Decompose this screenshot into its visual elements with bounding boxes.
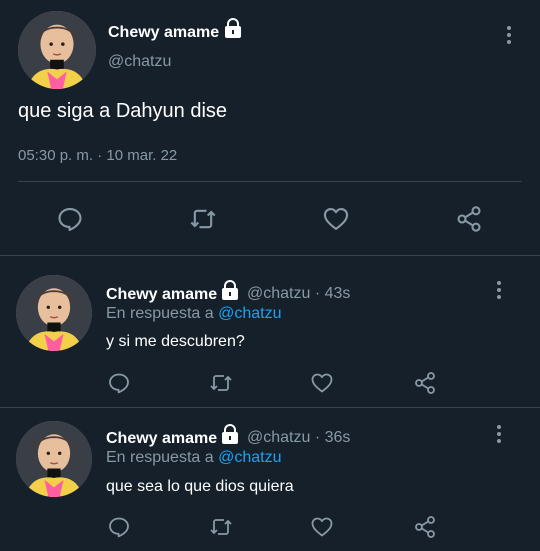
avatar[interactable] bbox=[18, 11, 96, 89]
tweet-text: que siga a Dahyun dise bbox=[18, 100, 228, 122]
divider bbox=[18, 181, 522, 182]
lock-icon bbox=[223, 18, 243, 38]
author-name[interactable]: Chewy amame bbox=[106, 286, 217, 304]
lock-icon bbox=[220, 424, 240, 444]
retweet-icon bbox=[189, 205, 217, 233]
more-options-icon[interactable] bbox=[495, 281, 503, 301]
retweet-button[interactable] bbox=[206, 368, 236, 398]
lock-icon bbox=[220, 280, 240, 300]
author-name[interactable]: Chewy amame bbox=[108, 24, 219, 42]
like-icon bbox=[310, 515, 334, 539]
author-handle-time[interactable]: @chatzu · 43s bbox=[247, 285, 350, 303]
author-name[interactable]: Chewy amame bbox=[106, 430, 217, 448]
reply-button[interactable] bbox=[104, 512, 134, 542]
tweet-timestamp[interactable]: 05:30 p. m. · 10 mar. 22 bbox=[18, 147, 177, 164]
tweet-text: y si me descubren? bbox=[106, 333, 245, 350]
divider bbox=[0, 255, 540, 256]
author-handle-time[interactable]: @chatzu · 36s bbox=[247, 429, 350, 447]
share-button[interactable] bbox=[410, 368, 440, 398]
mention-link[interactable]: @chatzu bbox=[218, 449, 281, 466]
reply-button[interactable] bbox=[104, 368, 134, 398]
like-icon bbox=[310, 371, 334, 395]
divider bbox=[0, 407, 540, 408]
retweet-icon bbox=[209, 515, 233, 539]
retweet-icon bbox=[209, 371, 233, 395]
reply-icon bbox=[107, 371, 131, 395]
retweet-button[interactable] bbox=[188, 204, 218, 234]
reply-icon bbox=[56, 205, 84, 233]
like-button[interactable] bbox=[307, 368, 337, 398]
author-handle[interactable]: @chatzu bbox=[108, 53, 171, 71]
avatar[interactable] bbox=[16, 275, 92, 351]
share-button[interactable] bbox=[454, 204, 484, 234]
reply-icon bbox=[107, 515, 131, 539]
share-icon bbox=[455, 205, 483, 233]
reply-button[interactable] bbox=[55, 204, 85, 234]
more-options-icon[interactable] bbox=[505, 26, 513, 46]
replying-to: En respuesta a @chatzu bbox=[106, 305, 282, 322]
retweet-button[interactable] bbox=[206, 512, 236, 542]
more-options-icon[interactable] bbox=[495, 425, 503, 445]
like-button[interactable] bbox=[307, 512, 337, 542]
share-button[interactable] bbox=[410, 512, 440, 542]
avatar[interactable] bbox=[16, 421, 92, 497]
replying-to: En respuesta a @chatzu bbox=[106, 449, 282, 466]
like-button[interactable] bbox=[321, 204, 351, 234]
mention-link[interactable]: @chatzu bbox=[218, 305, 281, 322]
share-icon bbox=[413, 515, 437, 539]
share-icon bbox=[413, 371, 437, 395]
like-icon bbox=[322, 205, 350, 233]
tweet-text: que sea lo que dios quiera bbox=[106, 478, 294, 495]
